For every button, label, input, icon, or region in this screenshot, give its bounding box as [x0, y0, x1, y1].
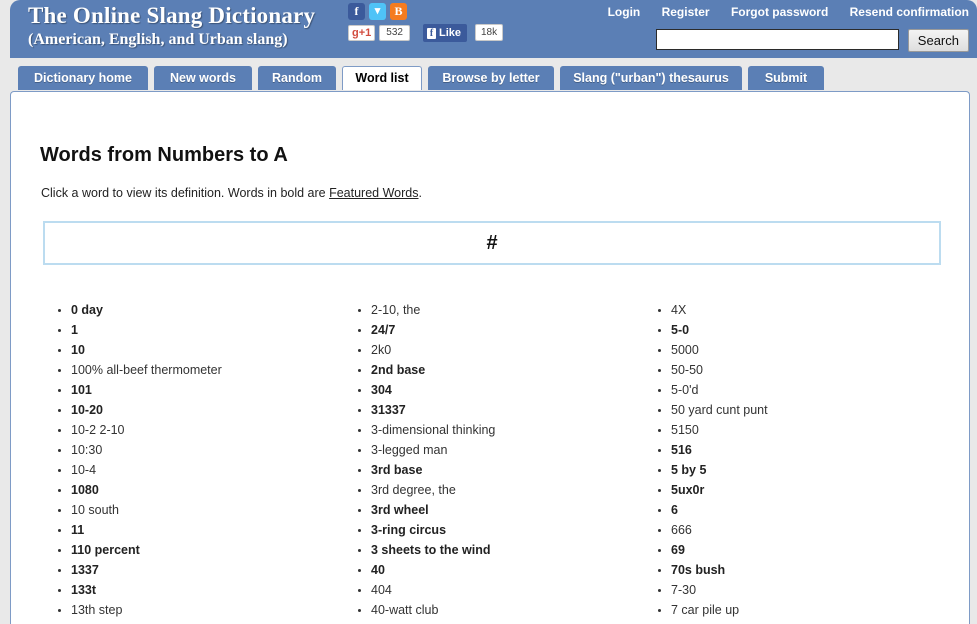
site-title: The Online Slang Dictionary [28, 3, 316, 28]
word-list-item[interactable]: 50 yard cunt punt [671, 400, 941, 420]
word-list-item[interactable]: 10-20 [71, 400, 341, 420]
search-form: Search [656, 29, 969, 52]
forgot-password-link[interactable]: Forgot password [731, 5, 828, 19]
word-list-item[interactable]: 3 sheets to the wind [371, 540, 641, 560]
word-list-item[interactable]: 6 [671, 500, 941, 520]
word-list-item[interactable]: 7 car pile up [671, 600, 941, 620]
page-subtitle: Click a word to view its definition. Wor… [41, 186, 422, 200]
word-list-item[interactable]: 3-dimensional thinking [371, 420, 641, 440]
word-list-item[interactable]: 3rd base [371, 460, 641, 480]
tab-random[interactable]: Random [258, 66, 336, 90]
word-list-item[interactable]: 5150 [671, 420, 941, 440]
google-plus-button[interactable]: g+1 [348, 25, 376, 41]
word-column-1: 0 day110100% all-beef thermometer10110-2… [41, 300, 341, 620]
social-icon-row: f ▾ B [348, 3, 411, 21]
word-list-item[interactable]: 666 [671, 520, 941, 540]
tab-submit[interactable]: Submit [748, 66, 824, 90]
word-list-item[interactable]: 70s bush [671, 560, 941, 580]
word-list-item[interactable]: 5 by 5 [671, 460, 941, 480]
page-title: Words from Numbers to A [40, 144, 288, 166]
tab-dictionary-home[interactable]: Dictionary home [18, 66, 148, 90]
search-button[interactable]: Search [907, 29, 969, 52]
word-list-item[interactable]: 3rd degree, the [371, 480, 641, 500]
facebook-icon[interactable]: f [348, 3, 365, 20]
tab-word-list[interactable]: Word list [342, 66, 422, 90]
word-column-2: 2-10, the24/72k02nd base304313373-dimens… [341, 300, 641, 620]
word-list-item[interactable]: 31337 [371, 400, 641, 420]
featured-words-link[interactable]: Featured Words [329, 186, 418, 200]
word-list-item[interactable]: 5-0'd [671, 380, 941, 400]
word-list-item[interactable]: 3-legged man [371, 440, 641, 460]
resend-confirmation-link[interactable]: Resend confirmation [850, 5, 969, 19]
word-list-item[interactable]: 50-50 [671, 360, 941, 380]
subtitle-suffix: . [418, 186, 422, 200]
word-list-item[interactable]: 13th step [71, 600, 341, 620]
word-list-item[interactable]: 10 [71, 340, 341, 360]
content-panel: Words from Numbers to A Click a word to … [10, 91, 970, 624]
twitter-icon[interactable]: ▾ [369, 3, 386, 20]
google-plus-row: g+1 532 [348, 25, 410, 43]
tab-browse-by-letter[interactable]: Browse by letter [428, 66, 554, 90]
word-list-item[interactable]: 1 [71, 320, 341, 340]
word-list-item[interactable]: 5ux0r [671, 480, 941, 500]
word-list-3: 4X5-0500050-505-0'd50 yard cunt punt5150… [641, 300, 941, 620]
main-nav-tabs: Dictionary home New words Random Word li… [10, 66, 977, 92]
word-list-item[interactable]: 0 day [71, 300, 341, 320]
word-list-item[interactable]: 7-30 [671, 580, 941, 600]
subtitle-text: Click a word to view its definition. Wor… [41, 186, 330, 200]
word-list-item[interactable]: 110 percent [71, 540, 341, 560]
word-list-item[interactable]: 69 [671, 540, 941, 560]
letter-heading: # [486, 232, 498, 254]
facebook-f-icon: f [427, 27, 436, 39]
facebook-like-button[interactable]: f Like [423, 24, 468, 42]
login-link[interactable]: Login [608, 5, 641, 19]
blogger-icon[interactable]: B [390, 3, 407, 20]
word-list-item[interactable]: 304 [371, 380, 641, 400]
facebook-like-count: 18k [475, 24, 504, 41]
word-list-item[interactable]: 516 [671, 440, 941, 460]
word-list-item[interactable]: 40 [371, 560, 641, 580]
account-links: Login Register Forgot password Resend co… [590, 5, 969, 19]
word-list-item[interactable]: 11 [71, 520, 341, 540]
word-list-item[interactable]: 40-watt club [371, 600, 641, 620]
word-list-2: 2-10, the24/72k02nd base304313373-dimens… [341, 300, 641, 620]
site-header: The Online Slang Dictionary (American, E… [10, 0, 977, 58]
word-list-item[interactable]: 2nd base [371, 360, 641, 380]
word-list-item[interactable]: 5-0 [671, 320, 941, 340]
word-column-3: 4X5-0500050-505-0'd50 yard cunt punt5150… [641, 300, 941, 620]
tab-new-words[interactable]: New words [154, 66, 252, 90]
site-brand: The Online Slang Dictionary (American, E… [28, 3, 315, 50]
word-list-item[interactable]: 3-ring circus [371, 520, 641, 540]
word-list-1: 0 day110100% all-beef thermometer10110-2… [41, 300, 341, 620]
word-list-item[interactable]: 10 south [71, 500, 341, 520]
word-list-item[interactable]: 1337 [71, 560, 341, 580]
word-list-item[interactable]: 3rd wheel [371, 500, 641, 520]
word-list-item[interactable]: 100% all-beef thermometer [71, 360, 341, 380]
search-input[interactable] [656, 29, 900, 50]
word-list-item[interactable]: 24/7 [371, 320, 641, 340]
site-subtitle: (American, English, and Urban slang) [28, 31, 288, 48]
word-list-item[interactable]: 4X [671, 300, 941, 320]
word-list-item[interactable]: 101 [71, 380, 341, 400]
word-list-item[interactable]: 10:30 [71, 440, 341, 460]
word-list-item[interactable]: 133t [71, 580, 341, 600]
word-list-item[interactable]: 10-4 [71, 460, 341, 480]
social-buttons: f ▾ B g+1 532 f Like 18k [348, 3, 518, 49]
word-list-columns: 0 day110100% all-beef thermometer10110-2… [41, 300, 961, 620]
word-list-item[interactable]: 404 [371, 580, 641, 600]
word-list-item[interactable]: 10-2 2-10 [71, 420, 341, 440]
tab-slang-thesaurus[interactable]: Slang ("urban") thesaurus [560, 66, 742, 90]
letter-heading-box: # [43, 221, 941, 265]
facebook-like-label: Like [439, 27, 462, 39]
word-list-item[interactable]: 2-10, the [371, 300, 641, 320]
word-list-item[interactable]: 2k0 [371, 340, 641, 360]
google-plus-count: 532 [379, 25, 410, 41]
register-link[interactable]: Register [662, 5, 710, 19]
word-list-item[interactable]: 1080 [71, 480, 341, 500]
word-list-item[interactable]: 5000 [671, 340, 941, 360]
